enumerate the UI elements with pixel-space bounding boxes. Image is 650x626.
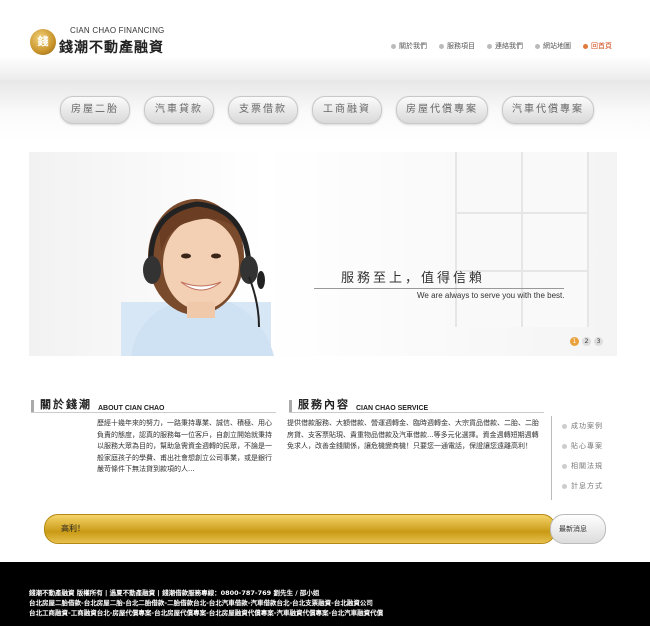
tagline-divider <box>314 288 564 289</box>
service-divider <box>289 412 544 413</box>
top-nav-about[interactable]: 關於我們 <box>391 41 427 51</box>
side-link-regulations[interactable]: 相關法規 <box>562 456 603 476</box>
top-nav-services[interactable]: 服務項目 <box>439 41 475 51</box>
about-title-en: ABOUT CIAN CHAO <box>98 405 165 412</box>
about-title: 關於錢潮 ABOUT CIAN CHAO <box>31 396 165 412</box>
title-marker <box>31 400 34 412</box>
pager-dot-3[interactable]: 3 <box>594 337 603 346</box>
pager-dot-1[interactable]: 1 <box>570 337 579 346</box>
banner-tagline-english: We are always to serve you with the best… <box>417 291 565 300</box>
main-menu: 房屋二胎 汽車貸款 支票借款 工商融資 房屋代償專案 汽車代償專案 <box>60 96 594 124</box>
about-title-zh: 關於錢潮 <box>40 398 92 411</box>
top-nav-label: 連絡我們 <box>495 42 523 50</box>
menu-check-loan[interactable]: 支票借款 <box>228 96 298 124</box>
side-link-label: 計息方式 <box>571 482 603 490</box>
menu-house-second-mortgage[interactable]: 房屋二胎 <box>60 96 130 124</box>
footer: 錢潮不動產融資 版權所有 | 過夏不動產融資 | 錢潮借款服務專線：0800-7… <box>0 562 650 626</box>
side-links: 成功案例 貼心專案 相關法規 計息方式 <box>551 416 603 500</box>
logo-chinese[interactable]: 錢潮不動產融資 <box>59 37 164 57</box>
footer-line-2: 台北房屋二胎借款-台北房屋二胎-台北二胎借款-二胎借款台北-台北汽車借款-汽車借… <box>29 599 373 607</box>
dot-icon <box>391 43 396 49</box>
dot-icon <box>535 43 540 49</box>
menu-house-refinance[interactable]: 房屋代償專案 <box>396 96 488 124</box>
header: 錢 CIAN CHAO FINANCING 錢潮不動產融資 關於我們 服務項目 … <box>0 0 650 80</box>
side-link-special-plans[interactable]: 貼心專案 <box>562 436 603 456</box>
service-title: 服務內容 CIAN CHAO SERVICE <box>289 396 428 412</box>
news-ticker[interactable]: 高利！ <box>44 514 556 544</box>
dot-icon <box>439 43 444 49</box>
ticker-text: 高利！ <box>61 524 85 533</box>
side-link-label: 貼心專案 <box>571 442 603 450</box>
service-title-zh: 服務內容 <box>298 398 350 411</box>
top-nav-label: 回首頁 <box>591 42 612 50</box>
background-window <box>455 152 589 327</box>
home-dot-icon <box>583 43 588 49</box>
top-nav-contact[interactable]: 連絡我們 <box>487 41 523 51</box>
menu-car-refinance[interactable]: 汽車代償專案 <box>502 96 594 124</box>
logo-icon[interactable]: 錢 <box>30 29 56 55</box>
side-link-label: 相關法規 <box>571 462 603 470</box>
banner-pager: 1 2 3 <box>570 337 603 346</box>
top-nav-home[interactable]: 回首頁 <box>583 41 612 51</box>
side-link-interest[interactable]: 計息方式 <box>562 476 603 496</box>
window-frame <box>521 152 523 327</box>
logo-english: CIAN CHAO FINANCING <box>70 26 165 35</box>
pager-dot-2[interactable]: 2 <box>582 337 591 346</box>
side-link-success-cases[interactable]: 成功案例 <box>562 416 603 436</box>
top-nav-sitemap[interactable]: 網站地圖 <box>535 41 571 51</box>
dot-icon <box>562 423 567 429</box>
dot-icon <box>487 43 492 49</box>
side-link-label: 成功案例 <box>571 422 603 430</box>
menu-car-loan[interactable]: 汽車貸款 <box>144 96 214 124</box>
title-marker <box>289 400 292 412</box>
dot-icon <box>562 483 567 489</box>
agent-photo <box>121 199 274 356</box>
about-text: 歷經十幾年來的努力，一路秉持專業、誠信、積極、用心負責的態度，認真的服務每一位客… <box>97 419 272 473</box>
top-nav-label: 關於我們 <box>399 42 427 50</box>
banner-tagline: 服務至上，值得信賴 <box>341 271 486 286</box>
menu-business-financing[interactable]: 工商融資 <box>312 96 382 124</box>
hero-banner: 服務至上，值得信賴 We are always to serve you wit… <box>29 152 617 356</box>
about-divider <box>31 412 276 413</box>
top-nav-label: 網站地圖 <box>543 42 571 50</box>
service-title-en: CIAN CHAO SERVICE <box>356 405 429 412</box>
dot-icon <box>562 443 567 449</box>
top-nav: 關於我們 服務項目 連絡我們 網站地圖 回首頁 <box>391 41 612 51</box>
footer-line-3: 台北工商融資-工商融資台北-房屋代償專案-台北房屋代償專案-台北房屋融資代償專案… <box>29 609 384 617</box>
top-nav-label: 服務項目 <box>447 42 475 50</box>
footer-line-1: 錢潮不動產融資 版權所有 | 過夏不動產融資 | 錢潮借款服務專線：0800-7… <box>29 589 320 597</box>
dot-icon <box>562 463 567 469</box>
news-button-label: 最新消息 <box>559 525 587 533</box>
service-text: 提供借款服務、大額借款、營運週轉金、臨時週轉金、大宗貨品借款、二胎、二胎房貸、支… <box>287 419 539 450</box>
news-button[interactable]: 最新消息 <box>550 514 606 544</box>
